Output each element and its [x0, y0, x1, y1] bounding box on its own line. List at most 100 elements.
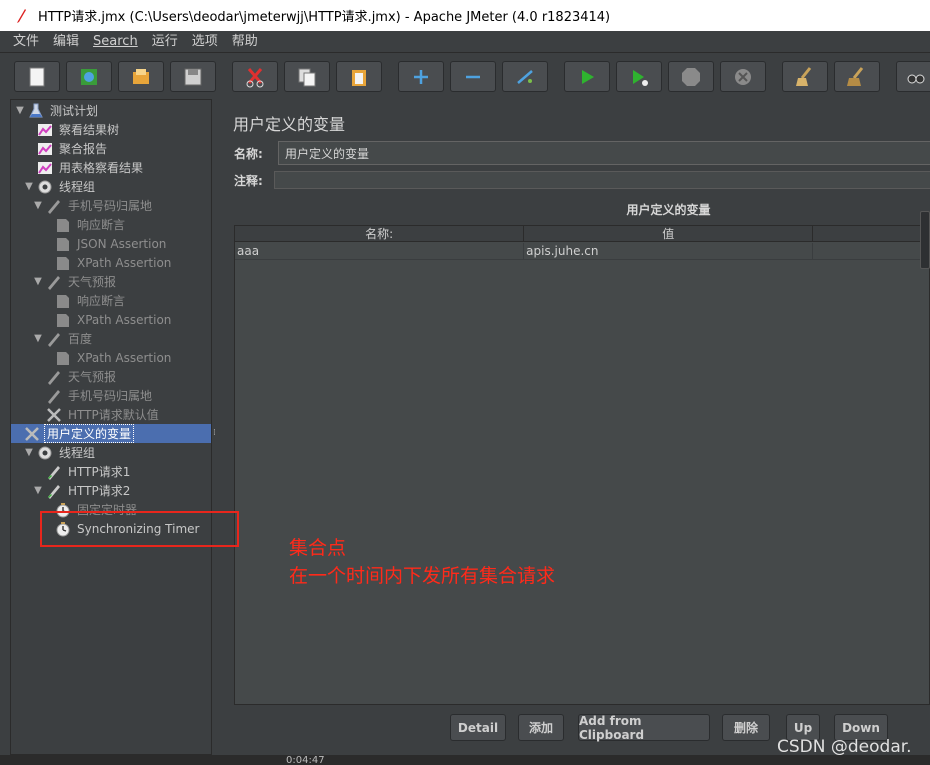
expand-button[interactable]	[398, 61, 444, 92]
tree-item[interactable]: 天气预报	[33, 367, 118, 386]
table-row[interactable]: aaa apis.juhe.cn	[235, 243, 929, 260]
menu-search[interactable]: Search	[86, 31, 145, 53]
tree-expand-toggle[interactable]: ▼	[33, 200, 43, 211]
tree-item[interactable]: ▼ 百度	[33, 329, 94, 348]
tree-item[interactable]: ▼ 天气预报	[33, 272, 118, 291]
tree-item-label: 测试计划	[50, 104, 99, 118]
tree-item[interactable]: HTTP请求默认值	[33, 405, 161, 424]
tree-item[interactable]: 聚合报告	[24, 139, 109, 158]
tree-item[interactable]: ▼ 手机号码归属地	[33, 196, 154, 215]
tree-item[interactable]: HTTP请求1	[33, 462, 132, 481]
tree-item[interactable]: ▼ 线程组	[24, 443, 97, 462]
name-row: 名称:	[234, 145, 263, 162]
templates-icon	[81, 68, 97, 85]
search-button[interactable]	[896, 61, 930, 92]
tree-item[interactable]: ▼ 测试计划	[15, 101, 100, 120]
name-label: 名称:	[234, 147, 263, 161]
open-icon	[133, 68, 149, 84]
toolbar	[0, 53, 930, 99]
comment-label: 注释:	[234, 174, 263, 188]
toggle-button[interactable]	[502, 61, 548, 92]
config-element-icon	[46, 407, 62, 423]
splitter-handle[interactable]: ⁞	[213, 428, 218, 442]
gear-icon	[37, 445, 53, 461]
annotation-title: 集合点	[289, 537, 347, 559]
tree-item-label: 手机号码归属地	[68, 199, 153, 213]
tree-item[interactable]: ▼ HTTP请求2	[33, 481, 132, 500]
open-button[interactable]	[118, 61, 164, 92]
tree-item-label: 用表格察看结果	[59, 161, 144, 175]
copy-icon	[298, 68, 316, 86]
tree-item[interactable]: 察看结果树	[24, 120, 121, 139]
delete-button[interactable]: 删除	[722, 714, 770, 741]
column-value[interactable]: 值	[524, 226, 814, 242]
tree-expand-toggle[interactable]: ▼	[24, 181, 34, 192]
paste-button[interactable]	[336, 61, 382, 92]
tree-item-label: XPath Assertion	[77, 350, 172, 365]
assertion-icon	[55, 217, 71, 233]
tree-item[interactable]: 响应断言	[42, 291, 127, 310]
clear-all-button[interactable]	[834, 61, 880, 92]
tree-item[interactable]: XPath Assertion	[42, 348, 173, 367]
detail-button[interactable]: Detail	[450, 714, 506, 741]
collapse-button[interactable]	[450, 61, 496, 92]
new-button[interactable]	[14, 61, 60, 92]
clear-button[interactable]	[782, 61, 828, 92]
save-icon	[184, 68, 202, 85]
pen-icon	[46, 388, 62, 404]
cell-value[interactable]: apis.juhe.cn	[524, 243, 814, 260]
start-button[interactable]	[564, 61, 610, 92]
name-input[interactable]: 用户定义的变量	[278, 141, 930, 165]
tree-item[interactable]: XPath Assertion	[42, 253, 173, 272]
shutdown-icon	[735, 68, 751, 85]
tree-item[interactable]: 用户定义的变量	[11, 424, 211, 443]
tree-item[interactable]: 响应断言	[42, 215, 127, 234]
tree-item[interactable]: 手机号码归属地	[33, 386, 154, 405]
cut-icon	[246, 67, 264, 87]
start-no-pause-icon	[633, 69, 648, 86]
menu-help[interactable]: 帮助	[225, 31, 265, 53]
variables-table[interactable]: 名称: 值 aaa apis.juhe.cn	[234, 225, 930, 705]
cell-extra[interactable]	[813, 243, 929, 260]
cut-button[interactable]	[232, 61, 278, 92]
add-from-clipboard-button[interactable]: Add from Clipboard	[578, 714, 710, 742]
tree-expand-toggle[interactable]: ▼	[33, 485, 43, 496]
tree-item[interactable]: JSON Assertion	[42, 234, 168, 253]
assertion-icon	[55, 293, 71, 309]
assertion-icon	[55, 236, 71, 252]
tree-expand-toggle[interactable]: ▼	[24, 447, 34, 458]
start-no-pause-button[interactable]	[616, 61, 662, 92]
tree-item-label: 聚合报告	[59, 142, 108, 156]
tree-item[interactable]: XPath Assertion	[42, 310, 173, 329]
save-button[interactable]	[170, 61, 216, 92]
menu-options[interactable]: 选项	[185, 31, 225, 53]
menu-edit[interactable]: 编辑	[46, 31, 86, 53]
cell-name[interactable]: aaa	[235, 243, 525, 260]
stop-button[interactable]	[668, 61, 714, 92]
gear-icon	[37, 179, 53, 195]
column-name[interactable]: 名称:	[235, 226, 525, 242]
clear-icon	[796, 66, 812, 86]
tree-item[interactable]: 用表格察看结果	[24, 158, 145, 177]
comment-input[interactable]	[274, 171, 930, 189]
column-extra[interactable]	[813, 226, 929, 242]
copy-button[interactable]	[284, 61, 330, 92]
jmeter-feather-icon	[17, 8, 26, 23]
comment-row: 注释:	[234, 172, 263, 189]
assertion-icon	[55, 350, 71, 366]
tree-expand-toggle[interactable]: ▼	[33, 333, 43, 344]
tree-expand-toggle[interactable]: ▼	[33, 276, 43, 287]
tree-item[interactable]: ▼ 线程组	[24, 177, 97, 196]
tree-item-label: 响应断言	[77, 218, 126, 232]
menu-file[interactable]: 文件	[6, 31, 46, 53]
http-sampler-icon	[46, 483, 62, 499]
tree-expand-toggle[interactable]: ▼	[15, 105, 25, 116]
table-scrollbar[interactable]	[920, 211, 930, 269]
menu-run[interactable]: 运行	[145, 31, 185, 53]
templates-button[interactable]	[66, 61, 112, 92]
table-title: 用户定义的变量	[626, 203, 711, 217]
tree-item-label: 百度	[68, 332, 93, 346]
expand-icon	[414, 69, 428, 84]
add-button[interactable]: 添加	[518, 714, 564, 741]
shutdown-button[interactable]	[720, 61, 766, 92]
